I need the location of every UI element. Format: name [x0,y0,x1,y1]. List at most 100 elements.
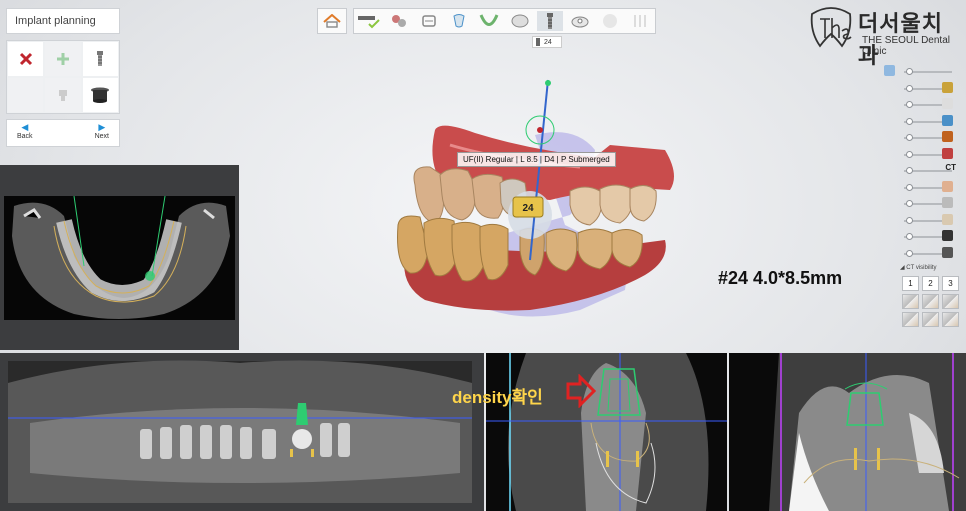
delete-x-icon [19,52,32,66]
toolbar-nerve-step[interactable] [446,11,472,31]
clinic-logo: 더서울치과 THE SEOUL Dental Clinic [806,4,962,68]
slider-row [880,178,962,195]
layer-sliders: CT [880,62,962,262]
slider-row [880,95,962,112]
slider-row [880,145,962,162]
slider-row: CT [880,161,962,178]
nerve-icon [453,14,465,28]
slider-row [880,79,962,96]
arch-icon [480,14,499,26]
toolbar-arch-step[interactable] [476,11,502,31]
ct-visibility-header: ◢ CT visibility [900,264,937,271]
clinic-logo-mark [810,7,852,48]
abutment-button[interactable] [44,77,82,113]
sleeve-button[interactable] [81,77,119,113]
gum-layer-icon [942,213,953,225]
slider-label: CT [945,163,956,172]
implant-layer-icon [884,65,895,76]
empty-tool-slot [7,77,45,113]
scan-check-icon [358,16,380,29]
back-label: Back [17,133,33,140]
selected-tooth-number: 24 [544,38,552,46]
selected-tooth-tag: 24 [532,36,562,48]
brightness-icon [942,230,953,241]
toolbar-tooth-step[interactable] [507,11,533,31]
add-button[interactable] [44,41,82,77]
slider-row [880,244,962,261]
cross-section-view-1[interactable] [486,353,727,511]
dental-3d-model[interactable]: 24 [380,75,700,330]
slider-knob[interactable] [905,183,913,191]
sleeve-layer-icon [942,114,953,126]
toolbar-guide-step[interactable] [567,11,593,31]
implant-spec-annotation: #24 4.0*8.5mm [718,268,843,288]
slider-knob[interactable] [905,68,913,75]
panel-title: Implant planning [6,8,120,34]
slider-knob[interactable] [905,117,913,125]
implant-button[interactable] [81,41,119,77]
next-button[interactable]: ▶ Next [95,122,109,144]
view-buttons: 1 2 3 [902,276,960,327]
toolbar-scan-step[interactable] [356,11,382,31]
view-button-3[interactable]: 3 [942,276,959,291]
view-button-1[interactable]: 1 [902,276,919,291]
arrow-left-icon: ◀ [21,122,29,132]
panoramic-ct-view[interactable] [0,353,484,511]
delete-button[interactable] [7,41,45,77]
slider-row [880,194,962,211]
cross-section-view-2[interactable] [729,353,966,511]
density-check-annotation: density확인 [452,388,543,407]
tooth-icon [511,14,529,28]
align-icon [392,15,407,27]
sleeve-icon [91,87,110,103]
tool-grid [6,40,120,114]
toolbar-align-step[interactable] [386,11,412,31]
toolbar-implant-step[interactable] [536,11,563,31]
contrast-icon [942,246,953,258]
scan-layer-icon [942,197,953,208]
arrow-right-icon: ▶ [98,122,106,132]
nerve-layer-icon [942,147,953,159]
slider-knob[interactable] [905,249,913,257]
slider-knob[interactable] [905,200,913,207]
axial-ct-view[interactable] [4,196,235,320]
step-navigation: ◀ Back ▶ Next [6,119,120,147]
slider-knob[interactable] [905,134,913,141]
view-front-cube-icon[interactable] [902,294,919,309]
sphere-icon [602,14,617,28]
face-layer-icon [942,180,953,192]
toolbar-crown-step[interactable] [416,11,442,31]
clinic-name-english: THE SEOUL Dental Clinic [862,35,950,57]
drill-layer-icon [942,131,953,142]
workflow-toolbar [353,8,656,34]
ct-visibility-label: CT visibility [906,265,937,271]
view-top-cube-icon[interactable] [902,312,919,327]
view-right-cube-icon[interactable] [942,294,959,309]
view-back-cube-icon[interactable] [942,312,959,327]
abutment-icon [58,90,67,101]
slider-row [880,227,962,244]
tooth-layer-icon [942,98,953,109]
slider-knob[interactable] [905,216,913,224]
slider-knob[interactable] [905,150,913,158]
implant-tooth-number: 24 [522,203,534,214]
slider-knob[interactable] [905,233,913,240]
view-button-2[interactable]: 2 [922,276,939,291]
home-button[interactable] [317,8,347,34]
view-bottom-cube-icon[interactable] [922,312,939,327]
slider-knob[interactable] [905,167,913,174]
back-button[interactable]: ◀ Back [17,122,33,144]
slider-knob[interactable] [905,84,913,92]
add-plus-icon [56,53,69,65]
toolbar-drill-step[interactable] [627,11,653,31]
slider-knob[interactable] [905,101,913,108]
collapse-icon[interactable]: ◢ [900,265,905,271]
view-left-cube-icon[interactable] [922,294,939,309]
home-icon [323,14,341,28]
guide-icon [571,16,589,28]
toolbar-sphere-step[interactable] [597,11,623,31]
annotation-arrow-icon [566,374,596,408]
implant-icon [546,13,553,29]
implant-mini-icon [536,38,540,46]
slider-row [880,112,962,129]
